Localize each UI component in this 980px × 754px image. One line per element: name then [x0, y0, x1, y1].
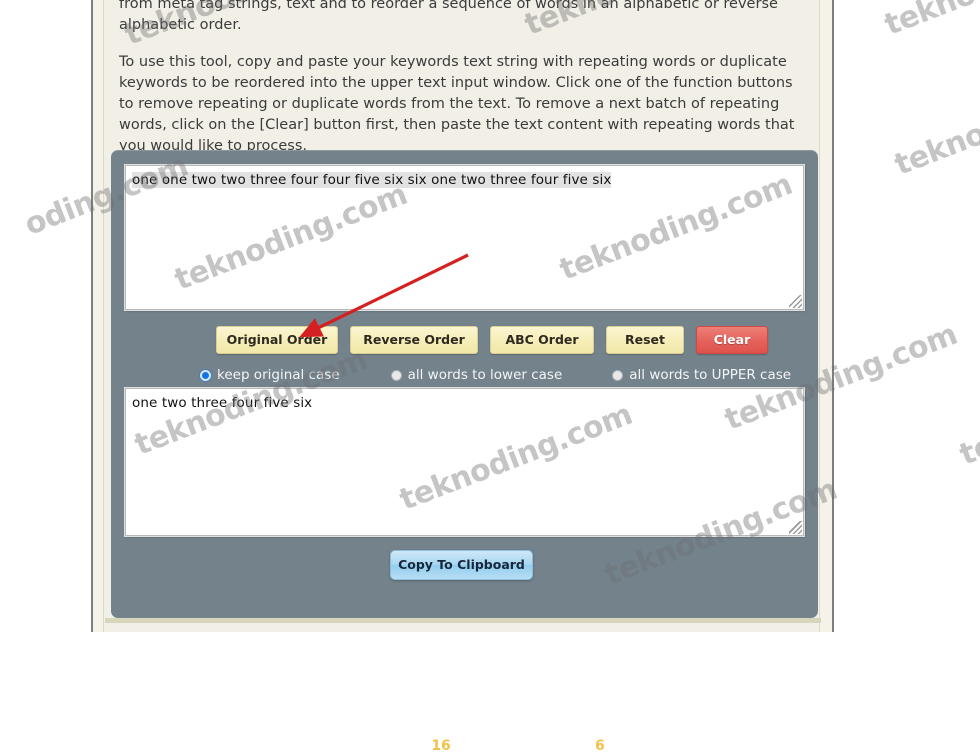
intro-paragraph-1: from meta tag strings, text and to reord…	[119, 0, 778, 33]
case-option-group: keep original case all words to lower ca…	[200, 367, 791, 383]
output-words-value: 6	[594, 738, 605, 754]
panel-bottom-strip	[105, 618, 821, 623]
radio-label: all words to lower case	[407, 367, 563, 383]
reverse-order-button[interactable]: Reverse Order	[350, 326, 478, 354]
content-right-gutter	[819, 0, 832, 632]
watermark-text: te	[955, 427, 980, 473]
resize-grip-icon[interactable]	[789, 521, 802, 534]
function-button-row: Original Order Reverse Order ABC Order R…	[216, 326, 768, 354]
radio-dot-icon[interactable]	[612, 369, 624, 381]
input-words-label: Input Words:	[324, 738, 427, 754]
original-order-button[interactable]: Original Order	[216, 326, 338, 354]
page-right-border	[832, 0, 834, 632]
radio-all-lower-case[interactable]: all words to lower case	[390, 367, 563, 383]
output-textarea[interactable]: one two three four five six	[125, 388, 804, 536]
input-words-value: 16	[431, 738, 451, 754]
radio-all-upper-case[interactable]: all words to UPPER case	[612, 367, 791, 383]
watermark-text: teknodin	[880, 0, 980, 43]
radio-dot-icon[interactable]	[200, 369, 211, 381]
browser-page: from meta tag strings, text and to reord…	[0, 0, 980, 754]
content-left-gutter	[93, 0, 104, 632]
output-words-label: Output Words:	[474, 738, 591, 754]
output-textarea-value: one two three four five six	[132, 395, 313, 411]
page-left-border	[91, 0, 93, 632]
radio-label: keep original case	[217, 367, 340, 383]
intro-text: from meta tag strings, text and to reord…	[119, 0, 809, 173]
resize-grip-icon[interactable]	[789, 295, 802, 308]
input-textarea-value: one one two two three four four five six…	[132, 172, 612, 188]
intro-paragraph-2: To use this tool, copy and paste your ke…	[119, 54, 795, 154]
reset-button[interactable]: Reset	[606, 326, 684, 354]
clear-button[interactable]: Clear	[696, 326, 768, 354]
watermark-text: teknoding.com	[890, 61, 980, 183]
word-counters: Input Words: 16 Output Words: 6	[111, 738, 818, 754]
radio-keep-original-case[interactable]: keep original case	[200, 367, 340, 383]
radio-label: all words to UPPER case	[629, 367, 792, 383]
input-textarea[interactable]: one one two two three four four five six…	[125, 165, 804, 310]
radio-dot-icon[interactable]	[390, 369, 402, 381]
abc-order-button[interactable]: ABC Order	[490, 326, 594, 354]
copy-to-clipboard-button[interactable]: Copy To Clipboard	[390, 550, 533, 580]
